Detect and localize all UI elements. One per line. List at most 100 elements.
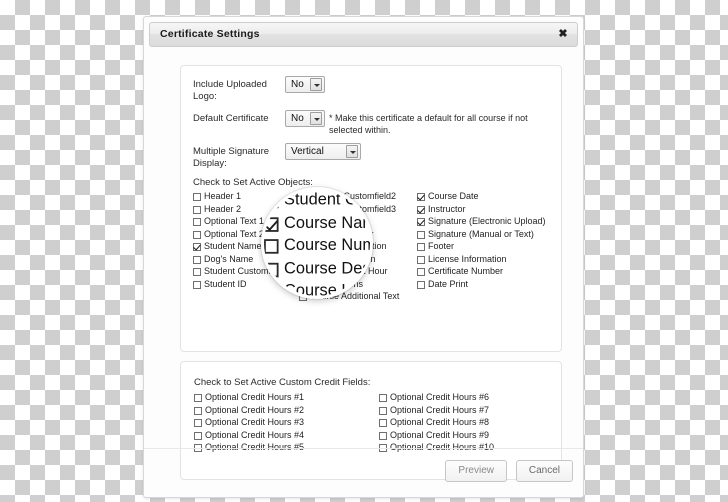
checkbox-row[interactable]: Optional Credit Hours #7 (379, 405, 564, 417)
checkbox-label: Course Number (310, 228, 374, 239)
checkbox-label: Date Print (428, 278, 469, 289)
checkbox-input[interactable] (379, 431, 387, 440)
checkbox-row[interactable]: Date Print (417, 279, 563, 291)
checkbox-input[interactable] (299, 205, 307, 214)
checkbox-input[interactable] (299, 193, 307, 201)
checkbox-row[interactable]: Header 2 (193, 204, 299, 216)
checkbox-row[interactable]: Optional Credit Hours #1 (194, 392, 379, 404)
checkbox-label: Student Name (204, 241, 262, 251)
checkbox-input[interactable] (417, 230, 425, 239)
active-objects-column-3: Course Date Instructor Signature (Electron… (417, 191, 563, 291)
checkbox-row[interactable]: Optional Credit Hours #2 (194, 405, 379, 417)
checkbox-row[interactable]: Course Additional Text (299, 291, 417, 303)
checkbox-input[interactable] (193, 193, 201, 201)
checkbox-row[interactable]: Course Name (299, 216, 417, 228)
checkbox-input[interactable] (417, 243, 425, 251)
checkbox-label: Header 2 (204, 203, 242, 214)
multiple-signature-label: Multiple Signature Display: (193, 146, 270, 169)
checkbox-row[interactable]: Header 1 (193, 191, 299, 203)
checkbox-input[interactable] (299, 218, 307, 226)
multiple-signature-select[interactable]: Vertical (285, 143, 361, 160)
checkbox-input[interactable] (193, 255, 201, 264)
checkbox-label: Certificate Number (428, 266, 504, 276)
active-objects-heading: Check to Set Active Objects: (193, 177, 313, 188)
checkbox-input[interactable] (299, 293, 307, 301)
checkbox-input[interactable] (194, 406, 202, 415)
checkbox-row[interactable]: Student Customfield3 (299, 204, 417, 216)
checkbox-input[interactable] (417, 268, 425, 276)
dialog-titlebar: Certificate Settings ✖ (149, 22, 578, 47)
preview-button[interactable]: Preview (445, 460, 507, 482)
checkbox-label: License Information (428, 253, 507, 264)
close-icon[interactable]: ✖ (557, 28, 569, 40)
checkbox-input[interactable] (194, 431, 202, 440)
active-objects-column-2: Student Customfield2 Student Customfield3… (299, 191, 417, 304)
checkbox-input[interactable] (379, 394, 387, 402)
checkbox-row[interactable]: Signature (Manual or Text) (417, 229, 563, 241)
checkbox-label: Course Additional Text (310, 291, 400, 301)
checkbox-row[interactable]: Student Customfield1 (193, 266, 299, 278)
checkbox-row[interactable]: Course Credit Hour (299, 266, 417, 278)
checkbox-row[interactable]: Optional Text 2 (193, 229, 299, 241)
checkbox-row[interactable]: Instructor (417, 204, 563, 216)
checkbox-input[interactable] (379, 406, 387, 415)
checkbox-label: Course Credit Hour (310, 266, 388, 276)
checkbox-row[interactable]: License Information (417, 254, 563, 266)
checkbox-row[interactable]: Optional Text 1 (193, 216, 299, 228)
checkbox-input[interactable] (194, 419, 202, 427)
checkbox-row[interactable]: Optional Credit Hours #8 (379, 417, 564, 429)
checkbox-input[interactable] (193, 230, 201, 239)
chevron-down-icon (346, 145, 358, 158)
checkbox-row[interactable]: Student Name (193, 241, 299, 253)
checkbox-label: Optional Text 2 (204, 228, 264, 239)
checkbox-input[interactable] (194, 394, 202, 402)
checkbox-row[interactable]: Signature (Electronic Upload) (417, 216, 563, 228)
checkbox-input[interactable] (299, 255, 307, 264)
checkbox-input[interactable] (193, 243, 201, 251)
checkbox-input[interactable] (417, 255, 425, 264)
active-objects-columns: Header 1 Header 2 Optional Text 1 Optional … (193, 191, 553, 304)
checkbox-label: Header 1 (204, 191, 242, 201)
checkbox-row[interactable]: Optional Credit Hours #9 (379, 430, 564, 442)
cancel-button[interactable]: Cancel (515, 460, 573, 482)
checkbox-label: Course Description (310, 241, 387, 251)
checkbox-input[interactable] (417, 280, 425, 289)
checkbox-input[interactable] (417, 218, 425, 226)
checkbox-input[interactable] (299, 243, 307, 251)
checkbox-row[interactable]: Footer (417, 241, 563, 253)
default-certificate-select[interactable]: No (285, 110, 325, 127)
checkbox-row[interactable]: Optional Credit Hours #3 (194, 417, 379, 429)
checkbox-input[interactable] (379, 419, 387, 427)
checkbox-row[interactable]: Optional Credit Hours #4 (194, 430, 379, 442)
checkbox-row[interactable]: Course Location (299, 254, 417, 266)
checkbox-row[interactable]: Course Number (299, 229, 417, 241)
checkbox-input[interactable] (193, 268, 201, 276)
checkbox-row[interactable]: Course Date (417, 191, 563, 203)
checkbox-input[interactable] (417, 205, 425, 214)
default-certificate-note: * Make this certificate a default for al… (329, 113, 528, 135)
checkbox-input[interactable] (299, 230, 307, 239)
include-logo-select[interactable]: No (285, 76, 325, 93)
checkbox-row[interactable]: Optional Credit Hours #6 (379, 392, 564, 404)
checkbox-label: Student Customfield2 (310, 191, 397, 201)
dialog-title: Certificate Settings (160, 28, 260, 40)
checkbox-input[interactable] (193, 280, 201, 289)
checkbox-label: Optional Credit Hours #8 (390, 417, 490, 427)
checkbox-row[interactable]: Course Icons (299, 279, 417, 291)
checkbox-input[interactable] (299, 280, 307, 289)
checkbox-row[interactable]: Certificate Number (417, 266, 563, 278)
certificate-settings-dialog: Certificate Settings ✖ Include Uploaded … (143, 16, 584, 498)
checkbox-input[interactable] (417, 193, 425, 201)
checkbox-row[interactable]: Dog's Name (193, 254, 299, 266)
dialog-footer: Preview Cancel (144, 448, 583, 497)
checkbox-row[interactable]: Course Description (299, 241, 417, 253)
default-certificate-row: Default Certificate No * Make this certi… (193, 110, 553, 136)
custom-credit-area: Check to Set Active Custom Credit Fields… (194, 373, 553, 455)
checkbox-input[interactable] (193, 218, 201, 226)
checkbox-row[interactable]: Student ID (193, 279, 299, 291)
checkbox-input[interactable] (193, 205, 201, 214)
checkbox-label: Student Customfield1 (204, 266, 291, 276)
checkbox-input[interactable] (299, 268, 307, 276)
checkbox-label: Course Date (428, 191, 479, 201)
checkbox-row[interactable]: Student Customfield2 (299, 191, 417, 203)
